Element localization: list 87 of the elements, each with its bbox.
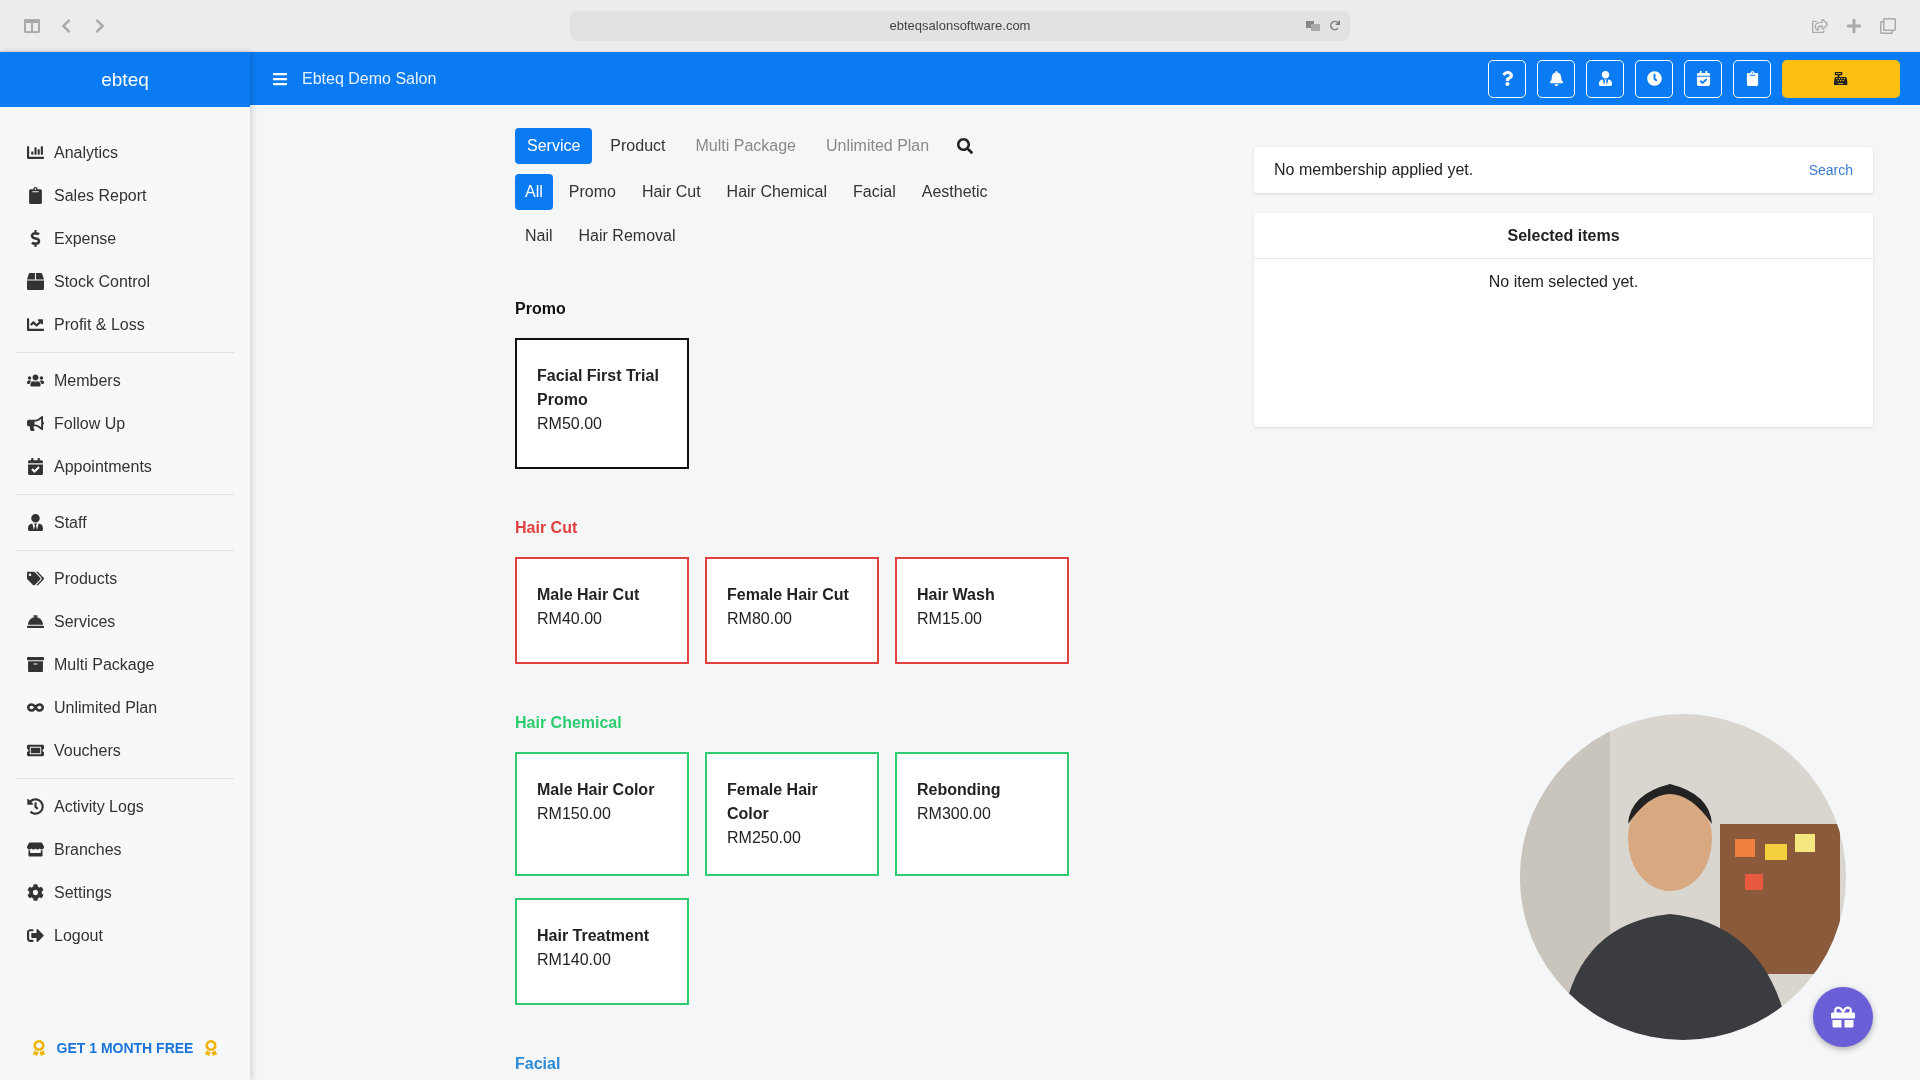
search-icon[interactable]: [957, 138, 974, 154]
service-card[interactable]: Rebonding RM300.00: [895, 752, 1069, 876]
sidebar-item[interactable]: Staff: [16, 501, 234, 544]
archive-icon: [27, 656, 44, 673]
membership-status: No membership applied yet.: [1274, 161, 1474, 179]
sidebar-item[interactable]: Profit & Loss: [16, 303, 234, 346]
bell-icon: [27, 613, 44, 630]
tab[interactable]: Service: [515, 128, 593, 164]
sidebar-item[interactable]: Settings: [16, 871, 234, 914]
award-icon: [30, 1040, 47, 1056]
sidebar-item[interactable]: Activity Logs: [16, 785, 234, 828]
gift-icon: [1831, 1005, 1855, 1029]
help-button[interactable]: [1488, 59, 1526, 98]
cash-register-button[interactable]: [1782, 59, 1900, 98]
category-filter[interactable]: Hair Cut: [631, 174, 711, 210]
sidebar-item[interactable]: Sales Report: [16, 174, 234, 217]
staff-button[interactable]: [1586, 59, 1624, 98]
sidebar-item[interactable]: Logout: [16, 914, 234, 957]
sidebar-toggle-icon[interactable]: [24, 17, 40, 34]
ticket-icon: [27, 742, 44, 759]
translate-icon[interactable]: [1306, 20, 1320, 31]
sidebar-item[interactable]: Appointments: [16, 445, 234, 488]
line-chart-icon: [27, 316, 44, 333]
service-card[interactable]: Facial First Trial Promo RM50.00: [515, 338, 689, 469]
logout-icon: [27, 927, 44, 944]
clipboard-icon: [27, 187, 44, 204]
category-filter[interactable]: Hair Chemical: [716, 174, 838, 210]
award-icon: [203, 1040, 220, 1056]
notifications-button[interactable]: [1537, 59, 1575, 98]
service-card[interactable]: Female Hair Cut RM80.00: [705, 557, 879, 664]
calendar-check-icon: [1695, 71, 1711, 86]
clipboard-icon: [1744, 71, 1760, 86]
category-filter[interactable]: Nail: [515, 218, 563, 254]
sidebar-item[interactable]: Multi Package: [16, 643, 234, 686]
section-title: Promo: [515, 300, 567, 318]
service-card[interactable]: Hair Wash RM15.00: [895, 557, 1069, 664]
sidebar-item[interactable]: Products: [16, 557, 234, 600]
calendar-check-icon: [27, 458, 44, 475]
megaphone-icon: [27, 415, 44, 432]
card-title: Selected items: [1507, 226, 1620, 245]
service-card[interactable]: Male Hair Cut RM40.00: [515, 557, 689, 664]
bell-icon: [1548, 71, 1564, 86]
sidebar-item[interactable]: Services: [16, 600, 234, 643]
category-filter[interactable]: All: [515, 174, 553, 210]
sidebar-item[interactable]: Members: [16, 359, 234, 402]
category-filter[interactable]: Promo: [558, 174, 626, 210]
category-filter[interactable]: Aesthetic: [911, 174, 998, 210]
brand-logo[interactable]: ebteq: [0, 52, 250, 107]
sidebar-item[interactable]: Branches: [16, 828, 234, 871]
clock-icon: [1646, 71, 1662, 86]
promo-link[interactable]: GET 1 MONTH FREE: [56, 1040, 194, 1056]
empty-message: No item selected yet.: [1488, 273, 1639, 290]
salon-title: Ebteq Demo Salon: [302, 69, 437, 88]
clock-button[interactable]: [1635, 59, 1673, 98]
reload-icon[interactable]: [1330, 19, 1340, 32]
section-title: Hair Chemical: [515, 714, 623, 732]
sidebar-item[interactable]: Stock Control: [16, 260, 234, 303]
sidebar-item[interactable]: Expense: [16, 217, 234, 260]
calendar-button[interactable]: [1684, 59, 1722, 98]
category-filter[interactable]: Hair Removal: [568, 218, 686, 254]
store-icon: [27, 841, 44, 858]
section-title: Hair Cut: [515, 519, 579, 537]
sidebar-item[interactable]: Unlimited Plan: [16, 686, 234, 729]
history-icon: [27, 798, 44, 815]
address-bar[interactable]: ebteqsalonsoftware.com: [570, 10, 1350, 41]
category-filter[interactable]: Facial: [843, 174, 906, 210]
settings-icon: [27, 884, 44, 901]
service-card[interactable]: Hair Treatment RM140.00: [515, 898, 689, 1005]
clipboard-button[interactable]: [1733, 59, 1771, 98]
tags-icon: [27, 570, 44, 587]
sidebar-item[interactable]: Vouchers: [16, 729, 234, 772]
person-icon: [1597, 71, 1613, 86]
search-link[interactable]: Search: [1808, 162, 1853, 178]
menu-icon[interactable]: [272, 70, 288, 87]
url-text: ebteqsalonsoftware.com: [889, 18, 1031, 33]
person-icon: [27, 514, 44, 531]
bar-chart-icon: [27, 144, 44, 161]
gift-button[interactable]: [1813, 987, 1873, 1047]
service-card[interactable]: Male Hair Color RM150.00: [515, 752, 689, 876]
users-icon: [27, 372, 44, 389]
sidebar-item[interactable]: Analytics: [16, 131, 234, 174]
box-icon: [27, 273, 44, 290]
tab[interactable]: Product: [598, 128, 678, 164]
section-title: Facial: [515, 1055, 562, 1073]
service-card[interactable]: Female Hair Color RM250.00: [705, 752, 879, 876]
sidebar-item[interactable]: Follow Up: [16, 402, 234, 445]
cash-register-icon: [1834, 71, 1848, 86]
